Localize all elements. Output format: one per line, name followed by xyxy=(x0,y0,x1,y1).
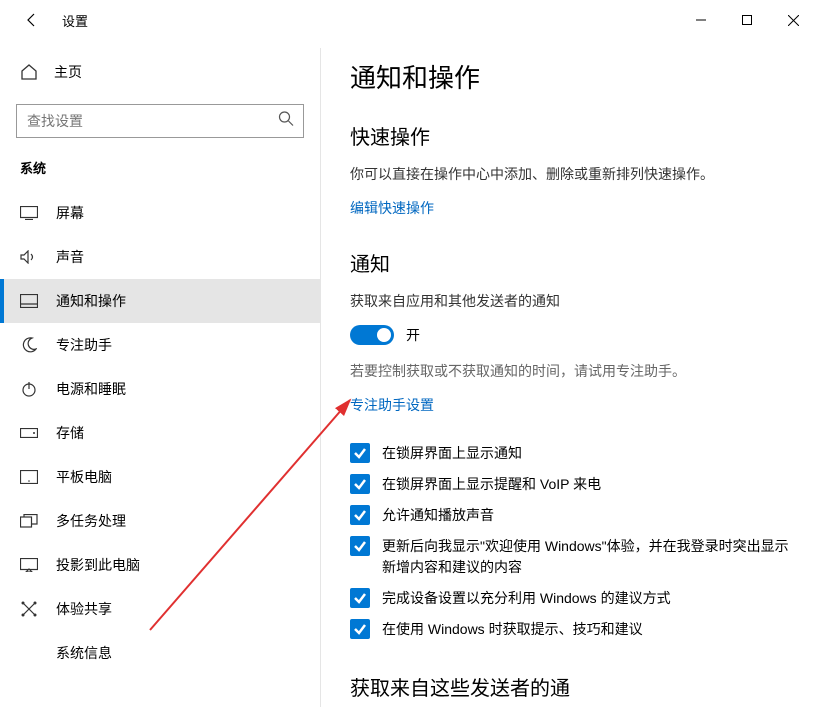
close-button[interactable] xyxy=(770,4,816,36)
edit-quick-actions-link[interactable]: 编辑快速操作 xyxy=(350,198,434,218)
sidebar-item-projecting[interactable]: 投影到此电脑 xyxy=(0,543,320,587)
multitask-icon xyxy=(20,512,38,530)
tablet-icon xyxy=(20,468,38,486)
info-icon xyxy=(20,644,38,662)
divider xyxy=(320,48,321,707)
search-icon xyxy=(278,111,294,132)
sidebar-item-label: 声音 xyxy=(56,247,84,267)
quick-actions-desc: 你可以直接在操作中心中添加、删除或重新排列快速操作。 xyxy=(350,164,790,184)
cb-setup[interactable] xyxy=(350,588,370,608)
cb-lockscreen-notif[interactable] xyxy=(350,443,370,463)
minimize-button[interactable] xyxy=(678,4,724,36)
home-label: 主页 xyxy=(54,62,82,82)
sidebar-item-shared[interactable]: 体验共享 xyxy=(0,587,320,631)
home-icon xyxy=(20,63,38,81)
cb-label: 在使用 Windows 时获取提示、技巧和建议 xyxy=(382,619,643,640)
sidebar-item-label: 投影到此电脑 xyxy=(56,555,140,575)
cb-label: 更新后向我显示"欢迎使用 Windows"体验，并在我登录时突出显示新增内容和建… xyxy=(382,536,790,578)
project-icon xyxy=(20,556,38,574)
sidebar-item-display[interactable]: 屏幕 xyxy=(0,191,320,235)
sidebar-item-label: 多任务处理 xyxy=(56,511,126,531)
search-input[interactable] xyxy=(16,104,304,138)
cb-label: 在锁屏界面上显示提醒和 VoIP 来电 xyxy=(382,474,601,495)
notifications-desc: 获取来自应用和其他发送者的通知 xyxy=(350,291,790,311)
sidebar-item-label: 屏幕 xyxy=(56,203,84,223)
sidebar-item-label: 电源和睡眠 xyxy=(56,379,126,399)
sidebar-item-label: 体验共享 xyxy=(56,599,112,619)
sidebar-item-multitasking[interactable]: 多任务处理 xyxy=(0,499,320,543)
quick-actions-heading: 快速操作 xyxy=(350,121,790,150)
notifications-toggle[interactable] xyxy=(350,325,394,345)
focus-assist-link[interactable]: 专注助手设置 xyxy=(350,395,434,415)
sidebar-section-label: 系统 xyxy=(0,158,320,191)
power-icon xyxy=(20,380,38,398)
window-title: 设置 xyxy=(62,11,88,30)
sidebar: 主页 系统 屏幕 声音 通知和操作 专注助手 电源和睡眠 xyxy=(0,40,320,707)
sidebar-item-label: 专注助手 xyxy=(56,335,112,355)
cb-lockscreen-voip[interactable] xyxy=(350,474,370,494)
sidebar-item-about[interactable]: 系统信息 xyxy=(0,631,320,675)
sidebar-item-focus-assist[interactable]: 专注助手 xyxy=(0,323,320,367)
sidebar-item-label: 通知和操作 xyxy=(56,291,126,311)
window-controls xyxy=(678,4,816,36)
notifications-heading: 通知 xyxy=(350,248,790,277)
home-link[interactable]: 主页 xyxy=(0,52,320,92)
page-title: 通知和操作 xyxy=(350,58,790,95)
cb-label: 完成设备设置以充分利用 Windows 的建议方式 xyxy=(382,588,671,609)
cb-sounds[interactable] xyxy=(350,505,370,525)
sound-icon xyxy=(20,248,38,266)
sidebar-item-power[interactable]: 电源和睡眠 xyxy=(0,367,320,411)
cb-label: 在锁屏界面上显示通知 xyxy=(382,443,522,464)
sidebar-item-notifications[interactable]: 通知和操作 xyxy=(0,279,320,323)
back-button[interactable] xyxy=(20,8,44,32)
storage-icon xyxy=(20,424,38,442)
notifications-icon xyxy=(20,292,38,310)
titlebar: 设置 xyxy=(0,0,820,40)
main-content: 通知和操作 快速操作 你可以直接在操作中心中添加、删除或重新排列快速操作。 编辑… xyxy=(320,40,820,707)
cb-welcome[interactable] xyxy=(350,536,370,556)
sidebar-item-storage[interactable]: 存储 xyxy=(0,411,320,455)
sidebar-item-label: 平板电脑 xyxy=(56,467,112,487)
senders-heading: 获取来自这些发送者的通 xyxy=(350,672,790,701)
sidebar-item-tablet[interactable]: 平板电脑 xyxy=(0,455,320,499)
maximize-button[interactable] xyxy=(724,4,770,36)
sidebar-item-sound[interactable]: 声音 xyxy=(0,235,320,279)
display-icon xyxy=(20,204,38,222)
toggle-state-label: 开 xyxy=(406,325,420,345)
moon-icon xyxy=(20,336,38,354)
focus-assist-hint: 若要控制获取或不获取通知的时间，请试用专注助手。 xyxy=(350,361,790,381)
sidebar-item-label: 系统信息 xyxy=(56,643,112,663)
share-icon xyxy=(20,600,38,618)
cb-label: 允许通知播放声音 xyxy=(382,505,494,526)
cb-tips[interactable] xyxy=(350,619,370,639)
sidebar-item-label: 存储 xyxy=(56,423,84,443)
